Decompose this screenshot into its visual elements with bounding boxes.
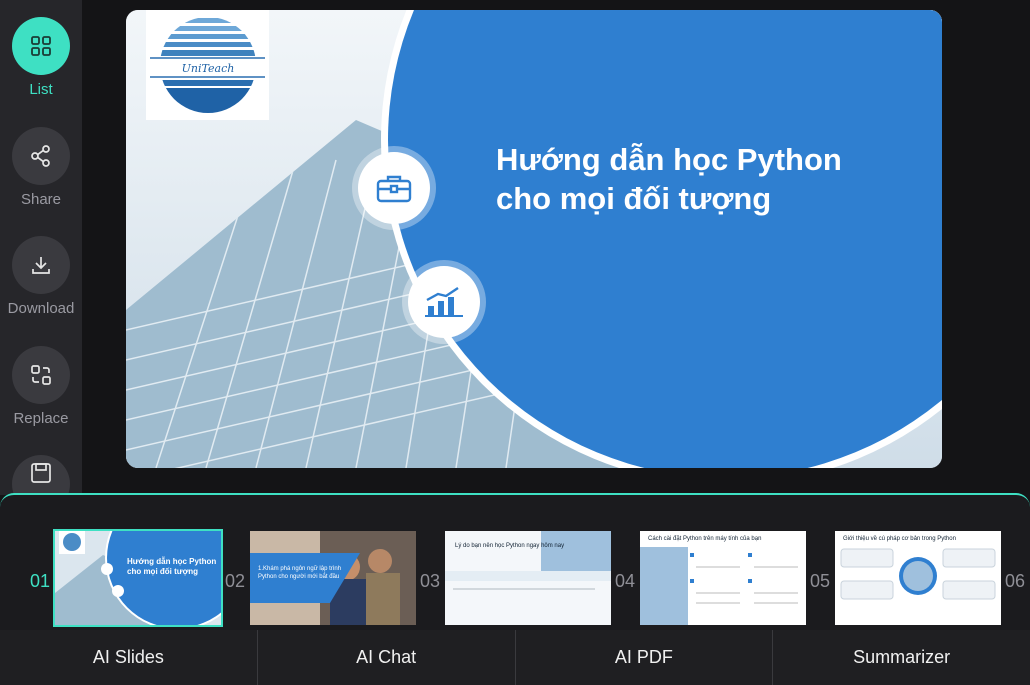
thumbnail-title: Lý do bạn nên học Python ngay hôm nay [455, 543, 565, 549]
sidebar-item-label: Share [20, 191, 62, 208]
slide-title: Hướng dẫn học Python cho mọi đối tượng [496, 140, 916, 218]
download-icon [12, 236, 70, 294]
sidebar-item-label: Replace [13, 410, 69, 427]
thumbnail-slide-2[interactable]: 1.Khám phá ngôn ngữ lập trình Python cho… [250, 531, 416, 625]
bottom-nav: AI Slides AI Chat AI PDF Summarizer [0, 630, 1030, 685]
thumbnail-number: 01 [30, 571, 51, 591]
thumbnail-slide-5[interactable]: Giới thiệu về cú pháp cơ bản trong Pytho… [835, 531, 1001, 625]
ai-chat-button[interactable]: AI Chat [258, 630, 516, 685]
sidebar-item-share[interactable]: Share [0, 127, 82, 208]
sidebar-item-label: Download [7, 300, 75, 317]
thumbnail-slide-4[interactable]: Cách cài đặt Python trên máy tính của bạ… [640, 531, 806, 625]
chart-icon [408, 266, 480, 338]
slide-title-line2: cho mọi đối tượng [496, 181, 772, 216]
share-icon [12, 127, 70, 185]
uniteach-logo: UniTeach [146, 10, 269, 120]
slide-preview[interactable]: UniTeach Hướng dẫn học Python cho mọi đố… [126, 10, 942, 468]
sidebar-item-save[interactable] [0, 455, 82, 495]
thumbnail-title: Cách cài đặt Python trên máy tính của bạ… [648, 536, 762, 542]
thumbnail-title: Giới thiệu về cú pháp cơ bản trong Pytho… [843, 536, 956, 542]
thumbnail-number: 03 [420, 571, 441, 591]
app-root: List Share Download Replace UniTeach Hướ… [0, 0, 1030, 685]
thumbnail-slide-3[interactable]: Lý do bạn nên học Python ngay hôm nay [445, 531, 611, 625]
sidebar-item-download[interactable]: Download [0, 236, 82, 317]
thumbnail-title: Hướng dẫn học Python cho mọi đối tượng [127, 557, 217, 576]
sidebar: List Share Download Replace [0, 0, 82, 495]
slide-title-line1: Hướng dẫn học Python [496, 142, 842, 177]
logo-text: UniTeach [182, 62, 235, 75]
thumbnail-slide-1[interactable]: Hướng dẫn học Python cho mọi đối tượng [53, 529, 223, 627]
briefcase-icon [358, 152, 430, 224]
sidebar-item-replace[interactable]: Replace [0, 346, 82, 427]
summarizer-button[interactable]: Summarizer [773, 630, 1030, 685]
ai-slides-button[interactable]: AI Slides [0, 630, 258, 685]
sidebar-item-list[interactable]: List [0, 17, 82, 98]
thumbnail-number: 04 [615, 571, 636, 591]
save-icon [12, 455, 70, 495]
grid-icon [12, 17, 70, 75]
thumbnail-title: 1.Khám phá ngôn ngữ lập trình Python cho… [258, 566, 342, 580]
replace-icon [12, 346, 70, 404]
thumbnail-number: 05 [810, 571, 831, 591]
sidebar-item-label: List [29, 81, 53, 98]
thumbnail-number: 06 [1005, 571, 1026, 591]
ai-pdf-button[interactable]: AI PDF [516, 630, 774, 685]
thumbnail-number: 02 [225, 571, 246, 591]
